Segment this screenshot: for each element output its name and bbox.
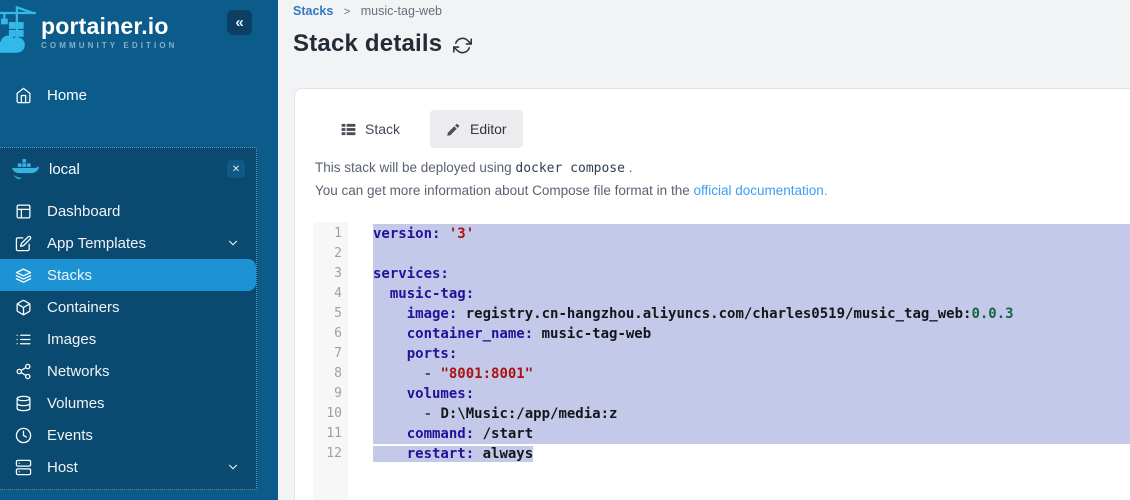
- line-number: 10: [313, 404, 348, 424]
- inline-code-docker-compose: docker compose: [515, 161, 625, 176]
- line-number: 2: [313, 244, 348, 264]
- app-edition: COMMUNITY EDITION: [41, 41, 178, 50]
- tab-editor-label: Editor: [470, 121, 507, 137]
- line-number: 7: [313, 344, 348, 364]
- breadcrumb-separator: >: [344, 6, 350, 18]
- sidebar-item-stacks[interactable]: Stacks: [0, 259, 256, 291]
- line-number: 1: [313, 224, 348, 244]
- sidebar-item-label: Events: [47, 427, 93, 444]
- code-line[interactable]: - "8001:8001": [348, 364, 1130, 384]
- stacks-icon: [15, 267, 32, 284]
- sidebar-item-label: Host: [47, 459, 78, 476]
- page-title-row: Stack details: [293, 30, 472, 58]
- breadcrumb: Stacks > music-tag-web: [293, 4, 442, 18]
- compose-doc-text: You can get more information about Compo…: [315, 183, 828, 198]
- sidebar-item-label: Dashboard: [47, 203, 120, 220]
- sidebar-item-label: Containers: [47, 299, 120, 316]
- sidebar-item-dashboard[interactable]: Dashboard: [0, 195, 256, 227]
- line-number: 6: [313, 324, 348, 344]
- sidebar-item-images[interactable]: Images: [0, 323, 256, 355]
- line-number: 5: [313, 304, 348, 324]
- networks-icon: [15, 363, 32, 380]
- breadcrumb-current: music-tag-web: [361, 4, 442, 18]
- line-number: 12: [313, 444, 348, 464]
- deploy-info-text: This stack will be deployed using docker…: [315, 160, 632, 176]
- events-icon: [15, 427, 32, 444]
- environment-close-button[interactable]: ✕: [227, 160, 245, 178]
- official-documentation-link[interactable]: official documentation: [693, 183, 823, 198]
- code-line[interactable]: [348, 244, 1130, 264]
- list-grid-icon: [341, 122, 356, 137]
- page-title: Stack details: [293, 30, 442, 58]
- chevron-down-icon: [226, 236, 240, 250]
- home-label: Home: [47, 87, 87, 104]
- code-line[interactable]: - D:\Music:/app/media:z: [348, 404, 1130, 424]
- code-line[interactable]: services:: [348, 264, 1130, 284]
- app-title: portainer.io: [41, 14, 178, 39]
- sidebar-collapse-button[interactable]: «: [227, 10, 252, 35]
- sidebar-item-networks[interactable]: Networks: [0, 355, 256, 387]
- app-templates-icon: [15, 235, 32, 252]
- tabs: Stack Editor: [325, 110, 523, 148]
- stack-details-card: Stack Editor This stack will be deployed…: [294, 88, 1130, 500]
- line-number: 9: [313, 384, 348, 404]
- line-number: 8: [313, 364, 348, 384]
- line-number: 3: [313, 264, 348, 284]
- tab-stack[interactable]: Stack: [325, 110, 416, 148]
- code-line[interactable]: restart: always: [348, 444, 1130, 464]
- images-icon: [15, 331, 32, 348]
- environment-local[interactable]: local ✕: [0, 148, 256, 190]
- code-line[interactable]: volumes:: [348, 384, 1130, 404]
- refresh-icon[interactable]: [453, 36, 472, 55]
- sidebar-item-label: Images: [47, 331, 96, 348]
- code-line[interactable]: music-tag:: [348, 284, 1130, 304]
- sidebar-item-volumes[interactable]: Volumes: [0, 387, 256, 419]
- code-line[interactable]: container_name: music-tag-web: [348, 324, 1130, 344]
- close-icon: ✕: [232, 164, 240, 175]
- containers-icon: [15, 299, 32, 316]
- sidebar-item-label: Volumes: [47, 395, 105, 412]
- sidebar-item-home[interactable]: Home: [0, 82, 278, 108]
- code-line[interactable]: command: /start: [348, 424, 1130, 444]
- chevron-down-icon: [226, 460, 240, 474]
- environment-name: local: [49, 161, 80, 178]
- editor-gutter: 123456789101112: [313, 222, 348, 500]
- code-line[interactable]: version: '3': [348, 224, 1130, 244]
- sidebar-item-containers[interactable]: Containers: [0, 291, 256, 323]
- sidebar: portainer.io COMMUNITY EDITION « Home: [0, 0, 278, 500]
- sidebar-item-label: Stacks: [47, 267, 92, 284]
- sidebar-item-events[interactable]: Events: [0, 419, 256, 451]
- docker-whale-icon: [12, 158, 39, 180]
- sidebar-menu: Dashboard App Templates Stacks Containers Im…: [0, 195, 256, 483]
- host-icon: [15, 459, 32, 476]
- portainer-logo-icon: [0, 5, 41, 60]
- code-line[interactable]: image: registry.cn-hangzhou.aliyuncs.com…: [348, 304, 1130, 324]
- code-line[interactable]: ports:: [348, 344, 1130, 364]
- line-number: 11: [313, 424, 348, 444]
- dashboard-icon: [15, 203, 32, 220]
- main-area: Stacks > music-tag-web Stack details: [278, 0, 1130, 500]
- home-icon: [15, 87, 32, 104]
- breadcrumb-stacks-link[interactable]: Stacks: [293, 4, 333, 18]
- double-chevron-left-icon: «: [235, 14, 243, 31]
- line-number: 4: [313, 284, 348, 304]
- tab-stack-label: Stack: [365, 121, 400, 137]
- compose-code-editor[interactable]: 123456789101112 version: '3'services: mu…: [313, 222, 1130, 500]
- editor-code-area[interactable]: version: '3' services: music-tag: image: …: [348, 222, 1130, 500]
- pencil-icon: [446, 122, 461, 137]
- sidebar-item-host[interactable]: Host: [0, 451, 256, 483]
- environment-section: local ✕ Dashboard App Templates Stacks Cont…: [0, 147, 257, 490]
- sidebar-item-app-templates[interactable]: App Templates: [0, 227, 256, 259]
- sidebar-item-label: App Templates: [47, 235, 146, 252]
- sidebar-item-label: Networks: [47, 363, 110, 380]
- volumes-icon: [15, 395, 32, 412]
- tab-editor[interactable]: Editor: [430, 110, 523, 148]
